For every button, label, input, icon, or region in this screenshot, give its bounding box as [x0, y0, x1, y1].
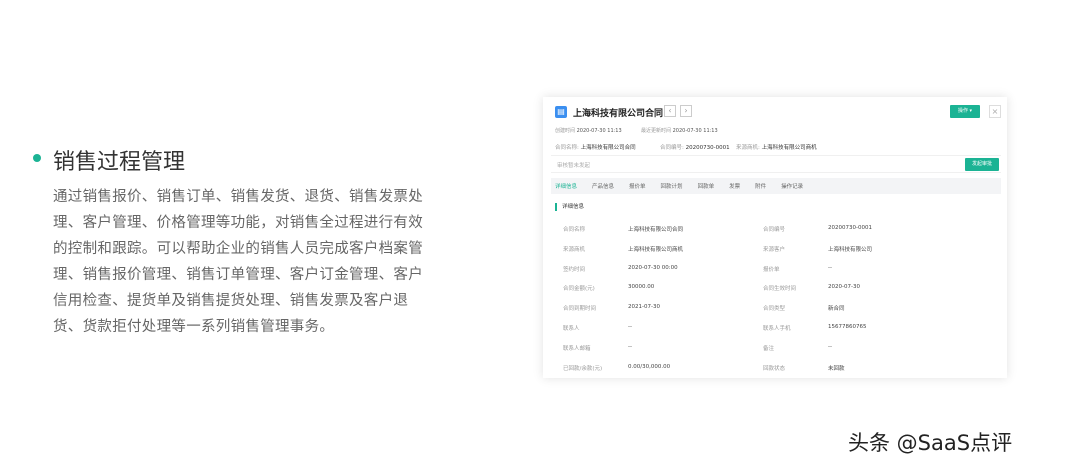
field-label: 报价单	[763, 266, 780, 273]
created-time: 创建时间 2020-07-30 11:13	[555, 127, 622, 134]
field-value: --	[828, 343, 832, 350]
detail-row: 联系人邮箱 -- 备注 --	[563, 344, 993, 364]
name-value: 上海科技有限公司合同	[580, 145, 636, 151]
contract-icon: ▤	[555, 106, 567, 118]
field-label: 合同编号	[763, 227, 786, 233]
tab-item[interactable]: 报价单	[629, 182, 646, 190]
start-review-button[interactable]: 发起审批	[965, 158, 999, 171]
summary-source: 来源商机: 上海科技有限公司商机	[736, 143, 817, 151]
field-label: 合同生效时间	[763, 286, 797, 293]
tab-item[interactable]: 详细信息	[555, 182, 577, 190]
source-label: 来源商机:	[736, 145, 760, 151]
bullet-dot	[33, 154, 41, 162]
created-label: 创建时间	[555, 128, 576, 134]
field-label: 联系人手机	[763, 325, 791, 332]
detail-row: 合同名称 上海科技有限公司合同 合同编号 20200730-0001	[563, 225, 993, 245]
field-value: 30000.00	[628, 284, 655, 291]
field-value: 2020-07-30	[828, 284, 860, 291]
name-label: 合同名称:	[555, 145, 579, 151]
detail-row: 联系人 -- 联系人手机 15677860765	[563, 324, 993, 344]
updated-label: 最近更新时间	[641, 128, 672, 134]
tab-item[interactable]: 回款单	[698, 182, 715, 190]
field-value: 新合同	[828, 306, 845, 313]
field-label: 合同到期时间	[563, 306, 597, 313]
section-heading: 销售过程管理	[53, 150, 186, 175]
review-bar: 审核暂未发起 发起审批	[551, 155, 1001, 173]
no-value: 20200730-0001	[685, 145, 730, 151]
field-label: 联系人	[563, 325, 580, 332]
detail-row: 来源商机 上海科技有限公司商机 来源客户 上海科技有限公司	[563, 245, 993, 265]
field-value: 未回款	[828, 365, 845, 372]
field-value: 2020-07-30 00:00	[628, 264, 678, 271]
no-label: 合同编号:	[660, 145, 684, 151]
field-label: 回款状态	[763, 365, 786, 372]
field-value: 2021-07-30	[628, 304, 660, 311]
summary-no: 合同编号: 20200730-0001	[660, 143, 730, 151]
review-status: 审核暂未发起	[557, 163, 591, 169]
field-value: 0.00/30,000.00	[628, 363, 671, 370]
field-label: 签约时间	[563, 266, 586, 273]
field-label: 来源客户	[763, 246, 786, 253]
field-label: 来源商机	[563, 246, 586, 253]
tab-item[interactable]: 附件	[755, 182, 766, 190]
field-value: --	[628, 343, 632, 350]
section-description: 通过销售报价、销售订单、销售发货、退货、销售发票处理、客户管理、价格管理等功能，…	[53, 189, 423, 335]
field-value: --	[828, 264, 832, 271]
field-value: 上海科技有限公司商机	[628, 246, 684, 253]
detail-row: 合同到期时间 2021-07-30 合同类型 新合同	[563, 304, 993, 324]
field-value: 上海科技有限公司	[828, 246, 873, 253]
field-label: 已回款/余款(元)	[563, 365, 603, 372]
contract-detail-panel: ▤ 上海科技有限公司合同 ‹ › 操作 ▾ × 创建时间 2020-07-30 …	[543, 97, 1007, 378]
field-label: 合同金额(元)	[563, 286, 595, 293]
tab-item[interactable]: 回款计划	[661, 182, 683, 190]
tab-item[interactable]: 操作记录	[781, 182, 803, 190]
prev-icon[interactable]: ‹	[664, 105, 676, 117]
tab-item[interactable]: 发票	[729, 182, 740, 190]
field-value: 15677860765	[828, 323, 867, 330]
summary-name: 合同名称: 上海科技有限公司合同	[555, 143, 636, 151]
updated-time: 最近更新时间 2020-07-30 11:13	[641, 127, 718, 134]
field-value: --	[628, 323, 632, 330]
watermark: 头条 @SaaS点评	[848, 431, 1013, 455]
tab-item[interactable]: 产品信息	[592, 182, 614, 190]
field-value: 20200730-0001	[828, 225, 872, 231]
detail-row: 签约时间 2020-07-30 00:00 报价单 --	[563, 265, 993, 285]
next-icon[interactable]: ›	[680, 105, 692, 117]
field-label: 联系人邮箱	[563, 345, 591, 352]
source-value: 上海科技有限公司商机	[761, 145, 817, 151]
detail-grid: 合同名称 上海科技有限公司合同 合同编号 20200730-0001 来源商机 上海科技有…	[563, 225, 993, 383]
field-label: 合同名称	[563, 227, 586, 233]
section-title: 详细信息	[555, 203, 584, 211]
updated-value: 2020-07-30 11:13	[672, 128, 718, 134]
field-value: 上海科技有限公司合同	[628, 227, 684, 233]
field-label: 合同类型	[763, 306, 786, 313]
detail-row: 合同金额(元) 30000.00 合同生效时间 2020-07-30	[563, 284, 993, 304]
tab-bar: 详细信息 产品信息 报价单 回款计划 回款单 发票 附件 操作记录	[551, 178, 1001, 194]
contract-title: 上海科技有限公司合同	[573, 109, 664, 119]
detail-row: 已回款/余款(元) 0.00/30,000.00 回款状态 未回款	[563, 364, 993, 384]
created-value: 2020-07-30 11:13	[576, 128, 622, 134]
action-button[interactable]: 操作 ▾	[950, 105, 980, 118]
field-label: 备注	[763, 345, 775, 352]
close-icon[interactable]: ×	[989, 105, 1001, 118]
